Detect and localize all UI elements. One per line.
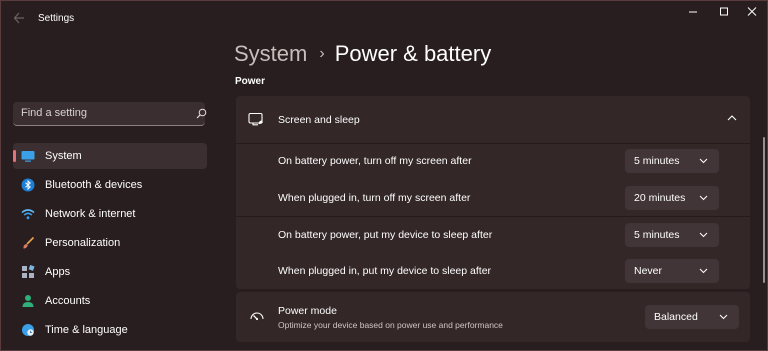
setting-row-plugged-screen-off: When plugged in, turn off my screen afte… <box>236 180 750 216</box>
chevron-down-icon <box>699 158 708 164</box>
dropdown-value: 5 minutes <box>634 229 680 241</box>
sidebar-item-accounts[interactable]: Accounts <box>13 288 207 314</box>
power-mode-title: Power mode <box>278 305 337 317</box>
dropdown-value: Never <box>634 265 663 277</box>
screen-sleep-card: Screen and sleep On battery power, turn … <box>236 96 750 289</box>
sidebar-item-system[interactable]: System <box>13 143 207 169</box>
search-box[interactable] <box>13 102 207 126</box>
chevron-down-icon <box>699 268 708 274</box>
breadcrumb: System › Power & battery <box>234 41 491 67</box>
dropdown-value: 5 minutes <box>634 155 680 167</box>
section-title: Power <box>235 76 266 87</box>
settings-window: Settings System Bluetooth & devi <box>0 0 768 351</box>
breadcrumb-separator: › <box>319 45 325 62</box>
screen-sleep-icon <box>248 112 263 126</box>
globe-clock-icon <box>22 324 34 336</box>
sidebar-item-time-language[interactable]: Time & language <box>13 317 207 343</box>
sidebar-item-personalization[interactable]: Personalization <box>13 230 207 256</box>
setting-label: When plugged in, put my device to sleep … <box>278 265 492 277</box>
screen-sleep-title: Screen and sleep <box>278 114 360 126</box>
app-title: Settings <box>38 13 75 24</box>
monitor-icon <box>21 151 35 162</box>
sidebar-item-label: System <box>45 150 82 162</box>
screen-sleep-header[interactable]: Screen and sleep <box>236 96 750 142</box>
sidebar-item-label: Personalization <box>45 237 121 249</box>
chevron-down-icon <box>719 314 728 320</box>
bluetooth-icon <box>21 178 35 192</box>
battery-sleep-dropdown[interactable]: 5 minutes <box>625 223 719 247</box>
setting-row-battery-screen-off: On battery power, turn off my screen aft… <box>236 143 750 179</box>
person-icon <box>22 295 34 307</box>
setting-label: On battery power, put my device to sleep… <box>278 229 493 241</box>
search-input[interactable] <box>13 102 189 124</box>
selection-indicator <box>13 150 16 162</box>
close-icon[interactable] <box>745 5 761 19</box>
sidebar-item-network-internet[interactable]: Network & internet <box>13 201 207 227</box>
sidebar-item-label: Bluetooth & devices <box>45 179 143 191</box>
chevron-up-icon[interactable] <box>726 114 738 122</box>
setting-row-plugged-sleep: When plugged in, put my device to sleep … <box>236 253 750 289</box>
title-bar: Settings <box>1 1 767 37</box>
power-mode-description: Optimize your device based on power use … <box>278 320 503 330</box>
power-mode-icon <box>250 312 264 321</box>
breadcrumb-parent-link[interactable]: System <box>234 41 307 66</box>
dropdown-value: Balanced <box>654 311 698 323</box>
sidebar-item-apps[interactable]: Apps <box>13 259 207 285</box>
sidebar-item-bluetooth-devices[interactable]: Bluetooth & devices <box>13 172 207 198</box>
power-mode-card: Power mode Optimize your device based on… <box>236 292 750 342</box>
chevron-down-icon <box>699 232 708 238</box>
sidebar-item-label: Apps <box>45 266 71 278</box>
apps-icon <box>22 265 35 278</box>
plugged-screen-off-dropdown[interactable]: 20 minutes <box>625 186 719 210</box>
back-arrow-icon[interactable] <box>13 11 25 25</box>
setting-row-battery-sleep: On battery power, put my device to sleep… <box>236 217 750 253</box>
maximize-icon[interactable] <box>717 5 733 19</box>
setting-label: When plugged in, turn off my screen afte… <box>278 192 471 204</box>
plugged-sleep-dropdown[interactable]: Never <box>625 259 719 283</box>
sidebar-item-label: Time & language <box>45 324 128 336</box>
dropdown-value: 20 minutes <box>634 192 686 204</box>
setting-label: On battery power, turn off my screen aft… <box>278 155 472 167</box>
brush-icon <box>23 236 35 249</box>
scrollbar[interactable] <box>763 137 765 283</box>
minimize-icon[interactable] <box>686 5 702 19</box>
sidebar-item-label: Accounts <box>45 295 91 307</box>
chevron-down-icon <box>699 195 708 201</box>
battery-screen-off-dropdown[interactable]: 5 minutes <box>625 149 719 173</box>
page-title: Power & battery <box>334 41 492 66</box>
search-icon[interactable] <box>196 108 207 119</box>
power-mode-dropdown[interactable]: Balanced <box>645 305 739 329</box>
sidebar-item-label: Network & internet <box>45 208 136 220</box>
wifi-icon <box>21 209 35 220</box>
